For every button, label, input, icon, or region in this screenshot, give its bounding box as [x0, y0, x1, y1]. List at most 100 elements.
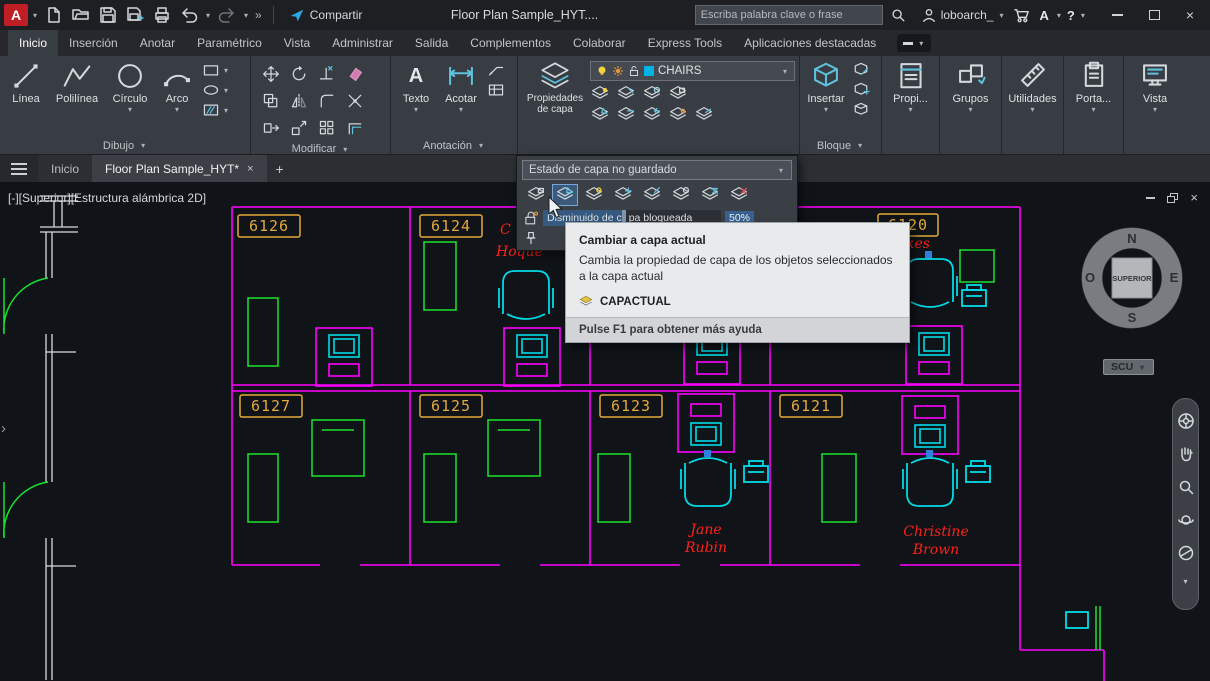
- share-button[interactable]: Compartir: [283, 7, 369, 23]
- polyline-tool-button[interactable]: Polilínea: [50, 59, 104, 105]
- open-file-button[interactable]: [69, 3, 93, 27]
- undo-button[interactable]: [177, 3, 201, 27]
- layer-walk-tool-button[interactable]: [639, 184, 665, 206]
- block-edit-button[interactable]: [852, 61, 870, 79]
- text-tool-button[interactable]: A Texto ▾: [395, 59, 437, 114]
- palette-flyout-chevron-icon[interactable]: ›: [1, 420, 6, 437]
- pan-hand-icon[interactable]: [1177, 445, 1195, 463]
- tab-administrar[interactable]: Administrar: [321, 30, 404, 56]
- navbar-more-icon[interactable]: ▾: [1181, 577, 1189, 586]
- layer-merge-button[interactable]: [694, 106, 714, 124]
- tab-aplicaciones-destacadas[interactable]: Aplicaciones destacadas: [733, 30, 887, 56]
- panel-grupos-collapsed[interactable]: Grupos ▾: [940, 56, 1002, 154]
- layer-walk-button[interactable]: [668, 106, 688, 124]
- save-button[interactable]: [96, 3, 120, 27]
- ribbon-display-toggle-button[interactable]: ▾: [897, 34, 931, 52]
- layer-match-button[interactable]: [616, 106, 636, 124]
- layer-isolate-button[interactable]: [616, 85, 636, 103]
- table-tool-button[interactable]: [487, 81, 505, 99]
- layer-properties-button[interactable]: Propiedades de capa: [522, 59, 588, 115]
- panel-title-capas[interactable]: [518, 137, 799, 154]
- orbit-icon[interactable]: [1177, 511, 1195, 529]
- panel-vista-collapsed[interactable]: Vista ▾: [1124, 56, 1186, 154]
- fillet-tool-button[interactable]: [313, 88, 340, 114]
- tab-colaborar[interactable]: Colaborar: [562, 30, 637, 56]
- vp-freeze-tool-button[interactable]: [668, 184, 694, 206]
- trim-tool-button[interactable]: [313, 61, 340, 87]
- block-define-attributes-button[interactable]: [852, 81, 870, 99]
- minimize-button[interactable]: [1112, 14, 1123, 16]
- block-create-button[interactable]: [852, 101, 870, 119]
- viewport-close-button[interactable]: ×: [1190, 193, 1198, 203]
- panel-title-anotacion[interactable]: Anotación▾: [391, 137, 517, 154]
- ellipse-tool-button[interactable]: [202, 81, 220, 99]
- new-file-button[interactable]: [42, 3, 66, 27]
- tab-anotar[interactable]: Anotar: [129, 30, 186, 56]
- viewcube-east[interactable]: E: [1170, 270, 1179, 285]
- locked-fading-icon[interactable]: [523, 210, 539, 226]
- rotate-tool-button[interactable]: [285, 61, 312, 87]
- layer-isolate-tool-button[interactable]: [523, 184, 549, 206]
- viewport-minimize-button[interactable]: [1146, 197, 1155, 199]
- tab-complementos[interactable]: Complementos: [459, 30, 562, 56]
- autodesk-app-button[interactable]: A: [1037, 8, 1050, 23]
- user-dropdown-icon[interactable]: ▾: [997, 11, 1005, 20]
- delete-layer-tool-button[interactable]: [726, 184, 752, 206]
- tab-vista[interactable]: Vista: [273, 30, 321, 56]
- array-tool-button[interactable]: [313, 115, 340, 141]
- qat-overflow-button[interactable]: »: [253, 8, 264, 22]
- layer-unisolate-tool-button[interactable]: [581, 184, 607, 206]
- viewcube-south[interactable]: S: [1128, 310, 1137, 325]
- left-doors[interactable]: [4, 278, 48, 538]
- app-menu-arrow-icon[interactable]: ▾: [31, 11, 39, 20]
- panel-title-modificar[interactable]: Modificar▾: [251, 143, 390, 155]
- move-tool-button[interactable]: [257, 61, 284, 87]
- merge-layer-tool-button[interactable]: [697, 184, 723, 206]
- tab-inicio[interactable]: Inicio: [8, 30, 58, 56]
- tab-parametrico[interactable]: Paramétrico: [186, 30, 273, 56]
- viewport-controls-label[interactable]: [-][Superior][Estructura alámbrica 2D]: [8, 191, 206, 205]
- username[interactable]: loboarch_: [941, 8, 994, 22]
- erase-tool-button[interactable]: [341, 61, 368, 87]
- cart-button[interactable]: [1009, 3, 1033, 27]
- ellipse-dropdown-icon[interactable]: ▾: [222, 86, 230, 95]
- save-as-button[interactable]: [123, 3, 147, 27]
- scale-tool-button[interactable]: [285, 115, 312, 141]
- layer-make-current-button[interactable]: [590, 106, 610, 124]
- tab-salida[interactable]: Salida: [404, 30, 459, 56]
- pin-panel-icon[interactable]: [524, 231, 538, 245]
- line-tool-button[interactable]: Línea: [4, 59, 48, 105]
- layer-state-combo[interactable]: Estado de capa no guardado ▾: [522, 160, 792, 180]
- tab-insercion[interactable]: Inserción: [58, 30, 129, 56]
- panel-utilidades-collapsed[interactable]: Utilidades ▾: [1002, 56, 1064, 154]
- leader-tool-button[interactable]: [487, 61, 505, 79]
- explode-tool-button[interactable]: [341, 88, 368, 114]
- panel-title-bloque[interactable]: Bloque▾: [800, 137, 881, 154]
- drawing-tab[interactable]: Floor Plan Sample_HYT* ×: [92, 155, 267, 182]
- offset-tool-button[interactable]: [341, 115, 368, 141]
- layer-lock-button[interactable]: [668, 85, 688, 103]
- hatch-dropdown-icon[interactable]: ▾: [222, 106, 230, 115]
- workstation-desks[interactable]: [316, 326, 962, 454]
- zoom-icon[interactable]: [1177, 478, 1195, 496]
- user-avatar-icon[interactable]: [921, 7, 937, 23]
- tab-express-tools[interactable]: Express Tools: [637, 30, 733, 56]
- help-button[interactable]: ?: [1067, 8, 1075, 23]
- maximize-button[interactable]: [1149, 10, 1160, 20]
- start-tab[interactable]: Inicio: [38, 155, 92, 182]
- undo-dropdown-icon[interactable]: ▾: [204, 11, 212, 20]
- redo-dropdown-icon[interactable]: ▾: [242, 11, 250, 20]
- search-button[interactable]: [886, 3, 910, 27]
- mirror-tool-button[interactable]: [285, 88, 312, 114]
- navigation-wheel-icon[interactable]: [1177, 412, 1195, 430]
- search-input[interactable]: [701, 9, 877, 21]
- hatch-tool-button[interactable]: [202, 101, 220, 119]
- viewport-restore-button[interactable]: [1167, 193, 1178, 203]
- viewcube-north[interactable]: N: [1127, 231, 1136, 246]
- help-dropdown-icon[interactable]: ▾: [1079, 11, 1087, 20]
- plot-button[interactable]: [150, 3, 174, 27]
- dimension-tool-button[interactable]: Acotar ▾: [439, 59, 483, 114]
- drawing-tab-close-icon[interactable]: ×: [247, 163, 253, 175]
- viewcube[interactable]: N S E O SUPERIOR: [1080, 226, 1184, 330]
- stretch-tool-button[interactable]: [257, 115, 284, 141]
